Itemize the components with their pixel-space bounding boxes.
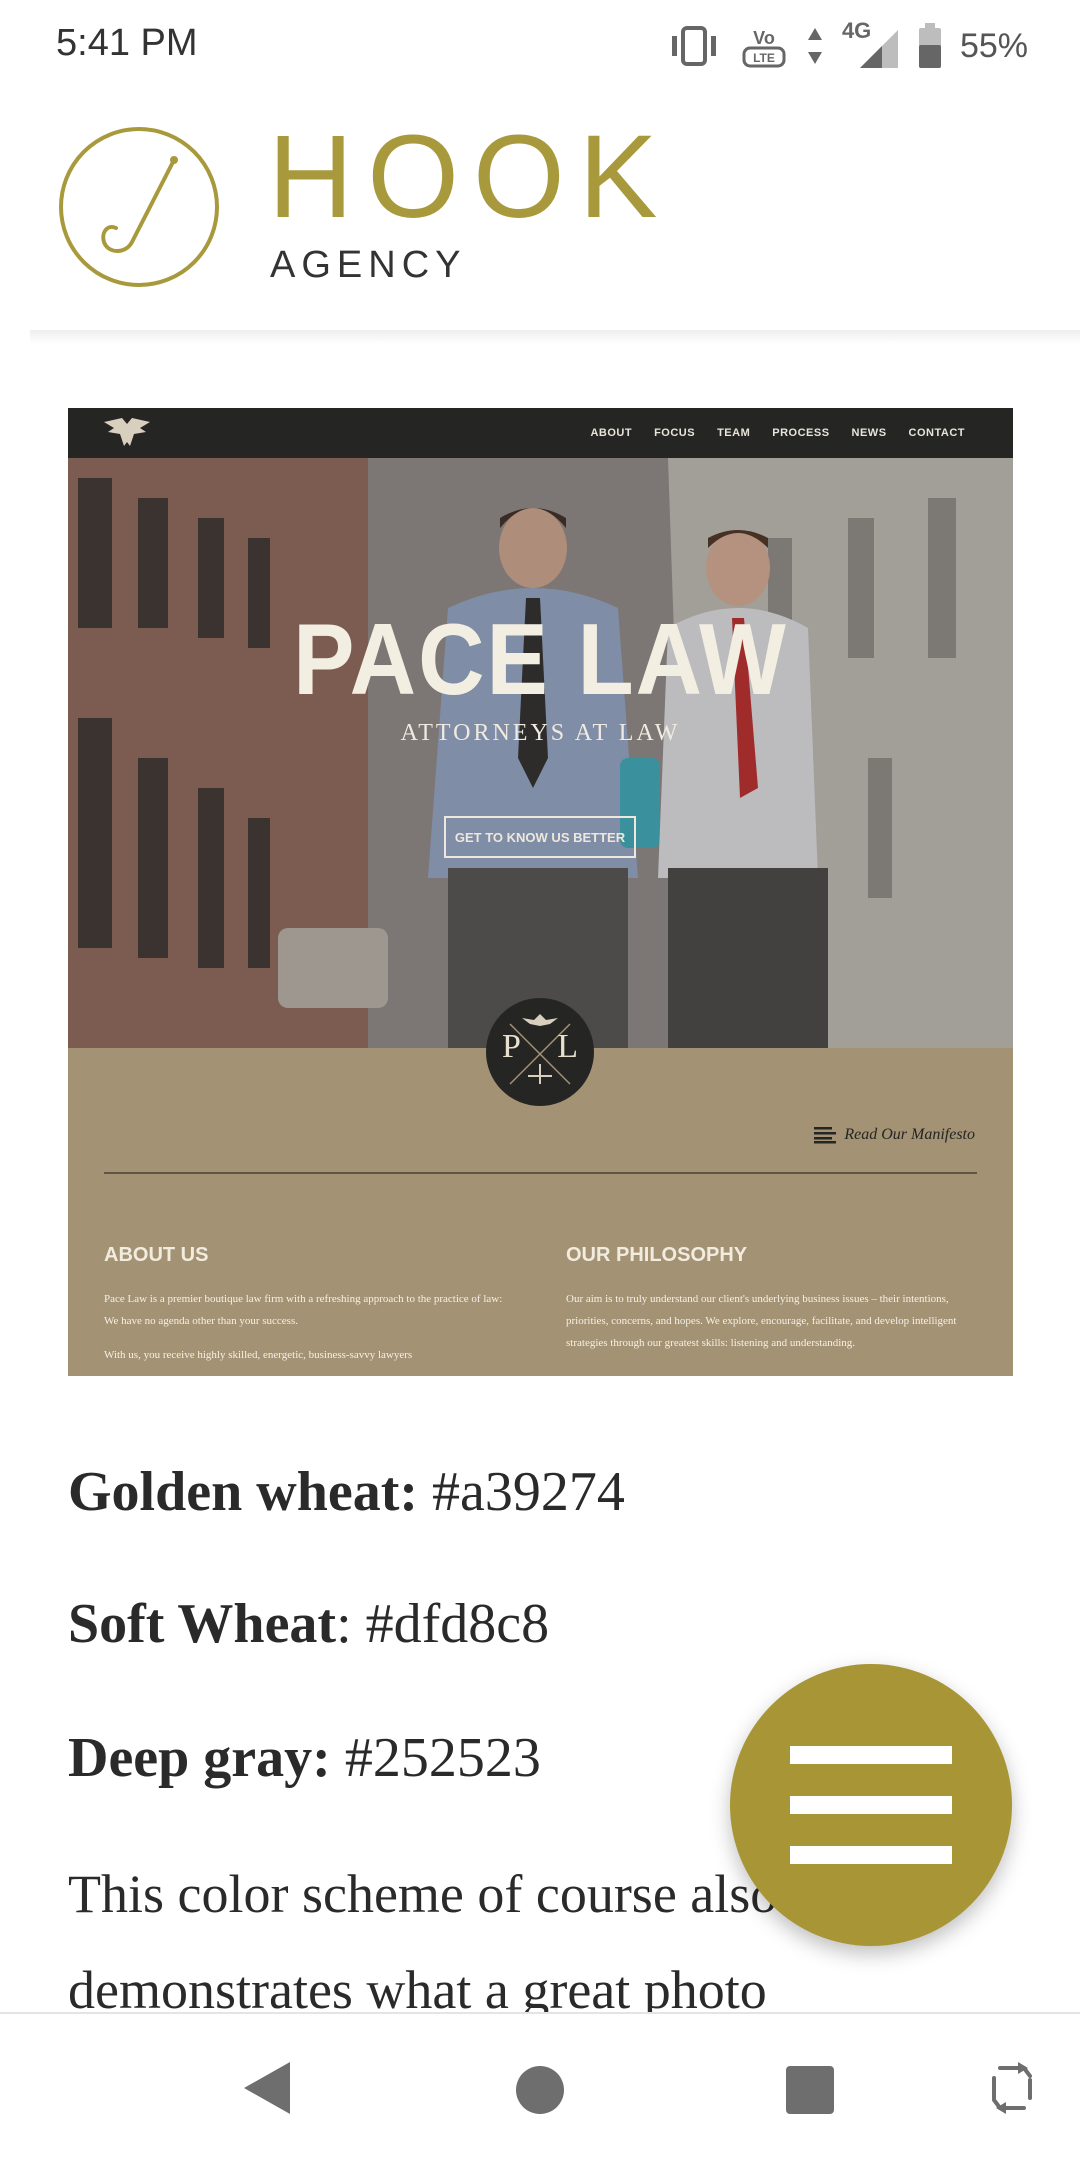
pace-law-badge: P L xyxy=(486,998,594,1106)
preview-nav-about: ABOUT xyxy=(590,427,633,439)
logo-subtitle[interactable]: AGENCY xyxy=(270,246,466,284)
signal-icon xyxy=(859,30,898,68)
preview-about-title: ABOUT US xyxy=(104,1244,209,1266)
svg-text:LTE: LTE xyxy=(753,51,775,65)
menu-bar-top xyxy=(790,1746,952,1764)
preview-nav-process: PROCESS xyxy=(772,427,830,439)
preview-hero-subtitle: ATTORNEYS AT LAW xyxy=(400,720,681,746)
battery-percent: 55% xyxy=(959,26,1028,65)
home-icon[interactable] xyxy=(514,2064,566,2116)
color-item-golden-wheat: Golden wheat: #a39274 xyxy=(68,1460,625,1524)
status-time: 5:41 PM xyxy=(56,22,198,64)
volte-icon: Vo LTE xyxy=(742,28,786,68)
color-name: Golden wheat: xyxy=(68,1461,418,1523)
color-item-soft-wheat: Soft Wheat: #dfd8c8 xyxy=(68,1592,549,1656)
vibrate-icon xyxy=(671,26,716,66)
header-shadow xyxy=(30,330,1080,344)
preview-philosophy-text: Our aim is to truly understand our clien… xyxy=(566,1293,957,1349)
rotate-icon[interactable] xyxy=(984,2058,1040,2118)
preview-nav-news: NEWS xyxy=(851,427,887,439)
color-value: #252523 xyxy=(330,1727,541,1789)
menu-bar-middle xyxy=(790,1796,952,1814)
preview-hero-title: PACE LAW xyxy=(293,603,788,717)
preview-cta-button: GET TO KNOW US BETTER xyxy=(444,816,636,858)
preview-nav: ABOUT FOCUS TEAM PROCESS NEWS CONTACT xyxy=(68,408,1013,458)
color-item-deep-gray: Deep gray: #252523 xyxy=(68,1726,541,1790)
preview-nav-contact: CONTACT xyxy=(908,427,965,439)
data-arrows-icon xyxy=(807,28,822,64)
preview-nav-team: TEAM xyxy=(717,427,751,439)
color-name: Deep gray: xyxy=(68,1727,331,1789)
preview-nav-links: ABOUT FOCUS TEAM PROCESS NEWS CONTACT xyxy=(590,408,965,458)
system-nav-bar xyxy=(0,2012,1080,2162)
badge-letter-p: P xyxy=(502,1028,521,1065)
color-name: Soft Wheat xyxy=(68,1593,337,1655)
back-icon[interactable] xyxy=(238,2058,298,2118)
badge-letter-l: L xyxy=(557,1028,578,1065)
preview-about-text-1: Pace Law is a premier boutique law firm … xyxy=(104,1293,503,1327)
color-value: : #dfd8c8 xyxy=(336,1593,550,1655)
logo-word[interactable]: HOOK xyxy=(268,118,672,236)
signal-4g: 4G xyxy=(842,18,900,70)
preview-philosophy-title: OUR PHILOSOPHY xyxy=(566,1244,748,1266)
preview-about-text-2: With us, you receive highly skilled, ene… xyxy=(104,1349,413,1361)
manifesto-text: Read Our Manifesto xyxy=(844,1126,975,1143)
status-bar: 5:41 PM Vo LTE 4G 55% xyxy=(0,0,1080,96)
menu-fab-button[interactable] xyxy=(730,1664,1012,1946)
preview-nav-focus: FOCUS xyxy=(654,427,696,439)
status-icons: Vo LTE 4G 55% xyxy=(666,18,1028,74)
pace-law-preview-image: ABOUT FOCUS TEAM PROCESS NEWS CONTACT PA… xyxy=(68,408,1013,1376)
preview-divider xyxy=(104,1172,977,1174)
svg-text:Vo: Vo xyxy=(753,28,775,48)
menu-icon xyxy=(730,1664,1012,1946)
preview-hero: PACE LAW ATTORNEYS AT LAW GET TO KNOW US… xyxy=(68,458,1013,1048)
list-icon xyxy=(814,1127,837,1144)
hook-logo-icon[interactable] xyxy=(56,124,222,290)
battery-icon xyxy=(918,23,941,68)
menu-bar-bottom xyxy=(790,1846,952,1864)
hero-overlay xyxy=(68,458,1013,1048)
color-value: #a39274 xyxy=(418,1461,625,1523)
preview-manifesto-link: Read Our Manifesto xyxy=(814,1126,975,1144)
eagle-icon xyxy=(104,418,150,446)
recents-icon[interactable] xyxy=(784,2064,836,2116)
